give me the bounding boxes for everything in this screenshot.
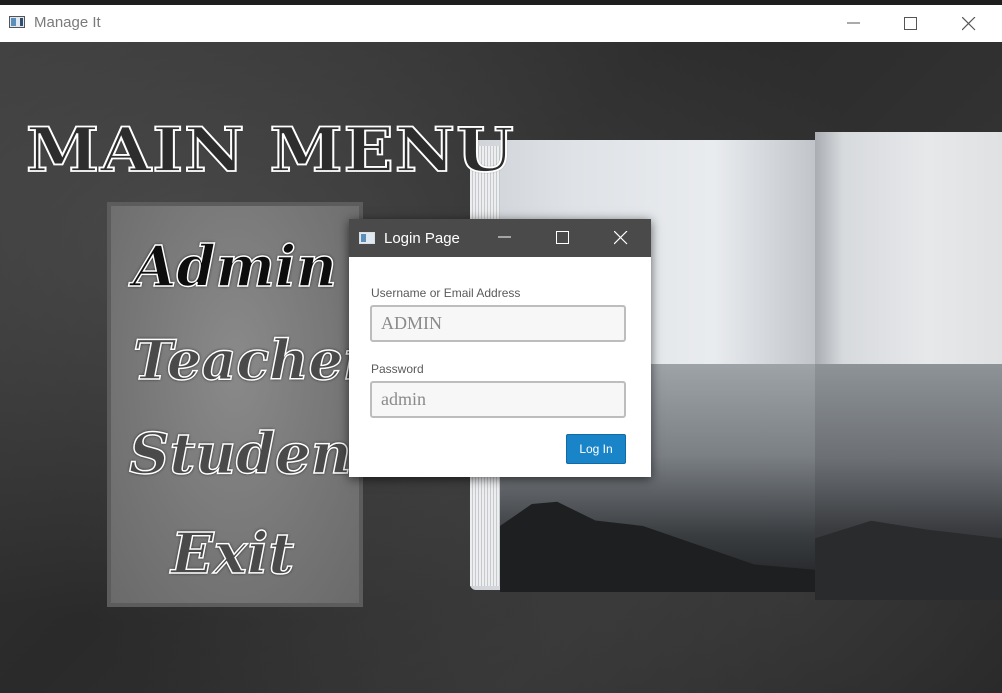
app-icon [9, 16, 25, 28]
maximize-button[interactable] [882, 5, 940, 42]
window-titlebar: Manage It [0, 5, 1002, 42]
window-title: Manage It [34, 14, 101, 31]
minimize-icon [498, 236, 511, 238]
dialog-minimize-button[interactable] [475, 219, 533, 257]
maximize-icon [904, 17, 917, 30]
menu-item-student[interactable]: Student [128, 420, 378, 488]
menu-item-admin[interactable]: Admin [132, 233, 337, 301]
login-button[interactable]: Log In [566, 434, 626, 464]
menu-panel: Admin Teacher Student Exit [107, 202, 378, 607]
username-label: Username or Email Address [371, 286, 521, 300]
username-field[interactable]: ADMIN [370, 305, 626, 342]
menu-item-teacher[interactable]: Teacher [132, 327, 372, 393]
maximize-icon [556, 231, 569, 244]
login-dialog-title: Login Page [384, 230, 460, 247]
close-icon [962, 17, 976, 31]
close-icon [614, 231, 628, 245]
login-dialog: Login Page Username or Email Address ADM… [349, 219, 651, 477]
password-label: Password [371, 362, 424, 376]
dialog-close-button[interactable] [591, 219, 649, 257]
minimize-icon [847, 22, 860, 24]
menu-item-exit[interactable]: Exit [170, 520, 295, 588]
minimize-button[interactable] [825, 5, 883, 42]
close-button[interactable] [940, 5, 998, 42]
app-icon [359, 232, 375, 244]
dialog-maximize-button[interactable] [533, 219, 591, 257]
login-dialog-titlebar: Login Page [349, 219, 651, 257]
password-field[interactable]: admin [370, 381, 626, 418]
main-menu-heading: MAIN MENU [25, 113, 515, 187]
